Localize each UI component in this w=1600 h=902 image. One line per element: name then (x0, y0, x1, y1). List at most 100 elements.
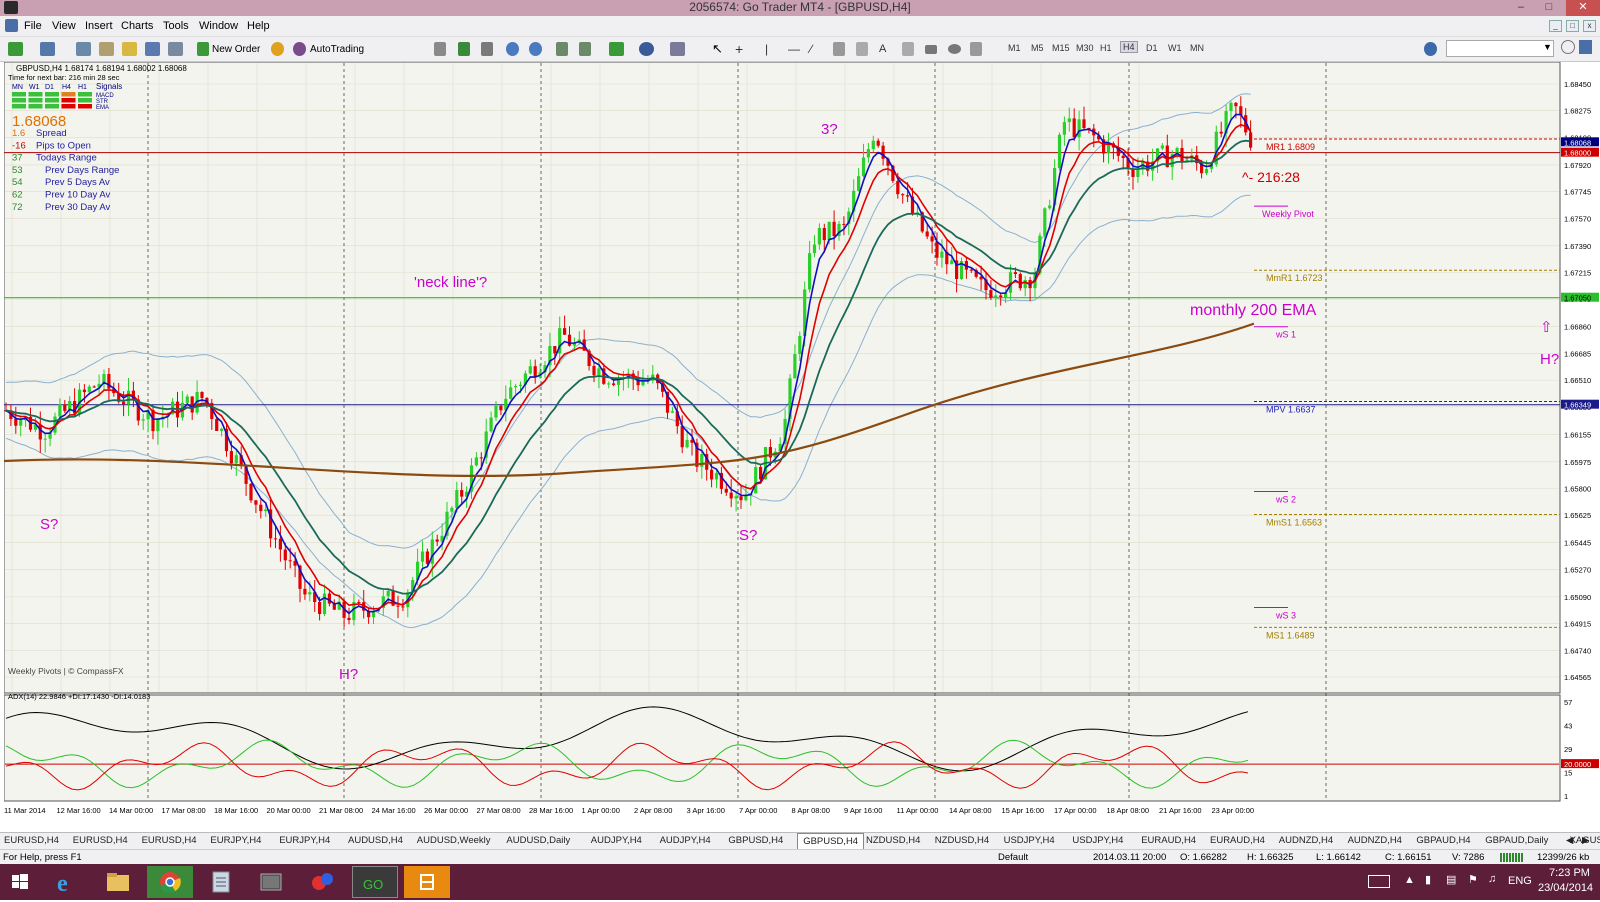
menu-help[interactable]: Help (247, 20, 270, 32)
mdi-restore-button[interactable]: □ (1566, 20, 1579, 32)
mt4-taskbar-icon[interactable]: GO (352, 866, 398, 898)
search-input[interactable] (1446, 40, 1554, 57)
orange-app-icon[interactable] (404, 866, 450, 898)
periods-icon[interactable] (639, 42, 654, 56)
tf-h4-button[interactable]: H4 (1120, 41, 1138, 53)
chart-tab[interactable]: EURJPY,H4 (210, 835, 261, 846)
chart-tab[interactable]: EURUSD,H4 (4, 835, 59, 846)
new-order-button[interactable]: New Order (212, 41, 260, 58)
chart-tab[interactable]: GBPAUD,H4 (1416, 835, 1470, 846)
tf-mn-button[interactable]: MN (1190, 43, 1204, 53)
tf-w1-button[interactable]: W1 (1168, 43, 1182, 53)
minimize-button[interactable]: – (1510, 0, 1532, 16)
chart-tab[interactable]: EURJPY,H4 (279, 835, 330, 846)
autotrading-button[interactable]: AutoTrading (310, 41, 364, 58)
market-watch-icon[interactable] (76, 42, 91, 56)
chart-window[interactable]: 57432915120.0000 1.684501.682751.681001.… (4, 62, 1600, 818)
menu-file[interactable]: File (24, 20, 42, 32)
tf-h1-button[interactable]: H1 (1100, 43, 1112, 53)
new-chart-icon[interactable] (8, 42, 23, 56)
candlesticks-icon[interactable] (458, 42, 470, 56)
mdi-minimize-button[interactable]: _ (1549, 20, 1562, 32)
fibonacci-icon[interactable] (856, 42, 868, 56)
tf-m1-button[interactable]: M1 (1008, 43, 1021, 53)
chart-tab[interactable]: GBPUSD,H4 (728, 835, 783, 846)
profiles-icon[interactable] (40, 42, 55, 56)
clock-time[interactable]: 7:23 PM (1549, 867, 1590, 879)
keyboard-icon[interactable] (1368, 875, 1390, 888)
menu-charts[interactable]: Charts (121, 20, 153, 32)
battery-icon[interactable]: ▮ (1425, 873, 1431, 886)
flag-icon[interactable]: ⚑ (1468, 873, 1478, 886)
menu-window[interactable]: Window (199, 20, 238, 32)
search-dropdown-icon[interactable]: ▼ (1543, 42, 1552, 52)
start-windows-icon[interactable] (0, 866, 40, 898)
chart-tab[interactable]: EURUSD,H4 (142, 835, 197, 846)
templates-icon[interactable] (670, 42, 685, 56)
chart-tab[interactable]: USDJPY,H4 (1004, 835, 1055, 846)
vertical-line-icon[interactable]: | (765, 42, 780, 56)
indicators-icon[interactable] (609, 42, 624, 56)
arrows-icon[interactable] (970, 42, 982, 56)
expert-icon[interactable] (271, 42, 284, 56)
volume-icon[interactable]: ♫ (1488, 873, 1496, 885)
chart-tab[interactable]: AUDUSD,Daily (506, 835, 570, 846)
chart-tab[interactable]: EURAUD,H4 (1210, 835, 1265, 846)
tabs-scroll-right-icon[interactable]: ▶ (1582, 835, 1589, 846)
chart-tab[interactable]: AUDJPY,H4 (660, 835, 711, 846)
line-chart-icon[interactable] (481, 42, 493, 56)
chart-tab[interactable]: AUDNZD,H4 (1348, 835, 1402, 846)
ellipse-icon[interactable] (948, 44, 961, 54)
chrome-icon[interactable] (147, 866, 193, 898)
terminal-icon[interactable] (145, 42, 160, 56)
tf-d1-button[interactable]: D1 (1146, 43, 1158, 53)
chart-tab[interactable]: NZDUSD,H4 (866, 835, 920, 846)
zoom-in-icon[interactable] (506, 42, 519, 56)
horizontal-line-icon[interactable]: — (788, 42, 803, 56)
settings-gear-icon[interactable] (1424, 42, 1437, 56)
app-grid-icon[interactable] (248, 866, 294, 898)
chart-tab[interactable]: NZDUSD,H4 (935, 835, 989, 846)
tray-chevron-icon[interactable]: ▲ (1404, 874, 1415, 886)
chart-tab[interactable]: GBPUSD,H4 (797, 833, 865, 850)
strategy-tester-icon[interactable] (168, 42, 183, 56)
internet-explorer-icon[interactable]: e (45, 866, 91, 898)
auto-scroll-icon[interactable] (556, 42, 568, 56)
data-window-icon[interactable] (99, 42, 114, 56)
cursor-icon[interactable]: ↖ (712, 42, 727, 56)
chart-tab[interactable]: EURAUD,H4 (1141, 835, 1196, 846)
chart-tab[interactable]: AUDNZD,H4 (1279, 835, 1333, 846)
chart-window-icon[interactable] (5, 19, 18, 32)
close-button[interactable]: ✕ (1566, 0, 1600, 16)
bar-chart-icon[interactable] (434, 42, 446, 56)
tabs-scroll-left-icon[interactable]: ◀ (1566, 835, 1573, 846)
chart-tab[interactable]: USDJPY,H4 (1072, 835, 1123, 846)
tf-m30-button[interactable]: M30 (1076, 43, 1094, 53)
chart-tab[interactable]: EURUSD,H4 (73, 835, 128, 846)
search-icon[interactable] (1561, 40, 1575, 54)
language-indicator[interactable]: ENG (1508, 875, 1532, 887)
maximize-button[interactable]: □ (1538, 0, 1560, 16)
media-icon[interactable] (300, 866, 346, 898)
tf-m5-button[interactable]: M5 (1031, 43, 1044, 53)
trendline-icon[interactable]: ∕ (810, 42, 825, 56)
menu-view[interactable]: View (52, 20, 76, 32)
channel-icon[interactable] (833, 42, 845, 56)
text-tool-icon[interactable]: A (879, 42, 894, 56)
tf-m15-button[interactable]: M15 (1052, 43, 1070, 53)
network-icon[interactable]: ▤ (1446, 873, 1456, 886)
mdi-close-button[interactable]: x (1583, 20, 1596, 32)
zoom-out-icon[interactable] (529, 42, 542, 56)
menu-tools[interactable]: Tools (163, 20, 189, 32)
main-chart-pane[interactable] (4, 62, 1561, 694)
account-icon[interactable] (1579, 40, 1592, 54)
crosshair-icon[interactable]: + (735, 42, 750, 56)
chart-tab[interactable]: GBPAUD,Daily (1485, 835, 1548, 846)
chart-tab[interactable]: AUDJPY,H4 (591, 835, 642, 846)
text-label-icon[interactable] (902, 42, 914, 56)
rectangle-icon[interactable] (925, 45, 937, 54)
chart-shift-icon[interactable] (579, 42, 591, 56)
notepad-icon[interactable] (198, 866, 244, 898)
chart-tab[interactable]: AUDUSD,H4 (348, 835, 403, 846)
clock-date[interactable]: 23/04/2014 (1538, 882, 1593, 894)
